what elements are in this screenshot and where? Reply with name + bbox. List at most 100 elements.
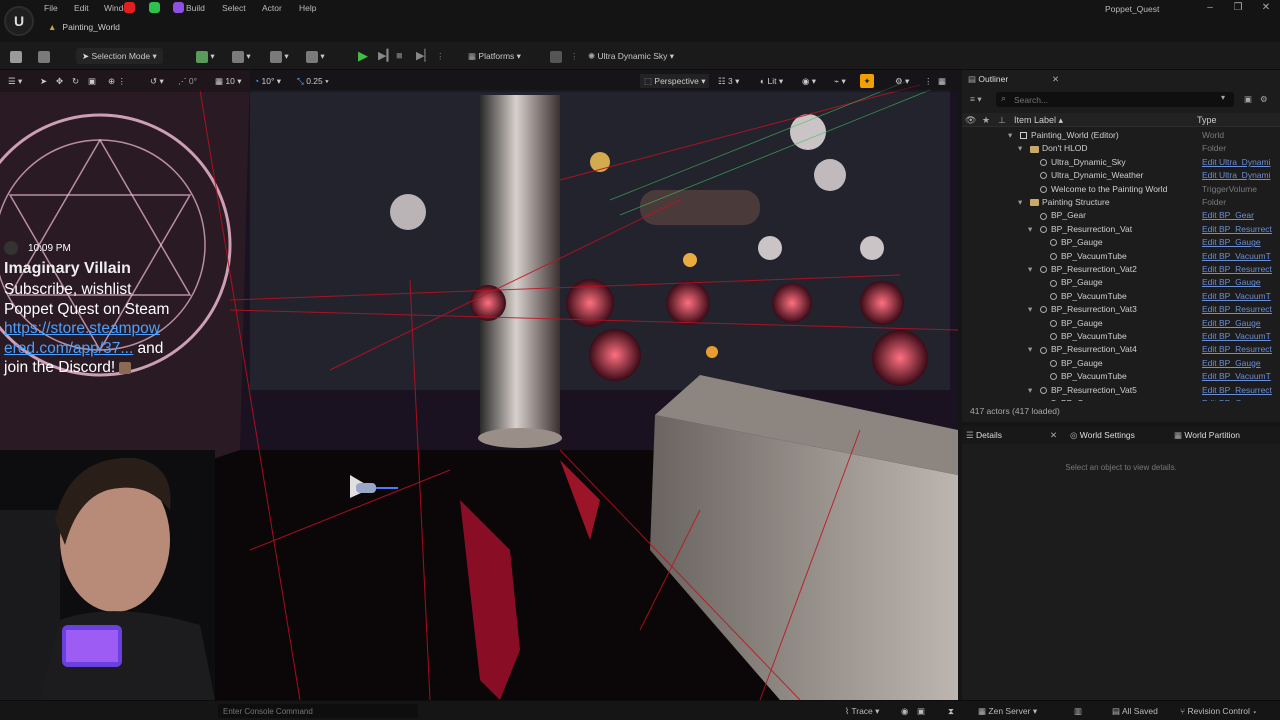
- tree-row[interactable]: Ultra_Dynamic_Weather Edit Ultra_Dynami: [962, 169, 1280, 182]
- tree-row[interactable]: ▾ BP_Resurrection_Vat Edit BP_Resurrect: [962, 223, 1280, 236]
- world-local-icon[interactable]: ⊕ ⋮: [108, 74, 126, 88]
- menu-actor[interactable]: Actor: [262, 2, 282, 14]
- tree-row-type[interactable]: Edit BP_VacuumT: [1202, 370, 1271, 383]
- blueprint-icon[interactable]: ▾: [232, 48, 251, 64]
- realtime-icon[interactable]: ⌁ ▾: [834, 74, 846, 88]
- col-type[interactable]: Type: [1197, 113, 1217, 127]
- lit-dropdown[interactable]: ◐ Lit ▾: [760, 74, 783, 88]
- content-browser-icon[interactable]: [38, 48, 50, 64]
- scale-tool-icon[interactable]: ▣: [88, 74, 96, 88]
- sky-dropdown[interactable]: ✺ Ultra Dynamic Sky ▾: [588, 48, 674, 64]
- tab-world-partition[interactable]: ▦ World Partition: [1174, 427, 1278, 443]
- console-input[interactable]: [223, 705, 413, 717]
- menu-file[interactable]: File: [44, 2, 58, 14]
- tree-row[interactable]: Ultra_Dynamic_Sky Edit Ultra_Dynami: [962, 156, 1280, 169]
- menu-build[interactable]: Build: [186, 2, 205, 14]
- outliner-settings-icon[interactable]: ⚙: [1260, 91, 1268, 107]
- selection-mode-dropdown[interactable]: ➤ Selection Mode ▾: [76, 48, 163, 64]
- tree-row[interactable]: ▾ BP_Resurrection_Vat2 Edit BP_Resurrect: [962, 263, 1280, 276]
- camera-speed-dropdown[interactable]: ☷ 3 ▾: [718, 74, 739, 88]
- tree-row-type[interactable]: Edit BP_Resurrect: [1202, 384, 1272, 397]
- tree-row[interactable]: BP_Gauge Edit BP_Gauge: [962, 357, 1280, 370]
- tree-row-type[interactable]: Edit BP_Gauge: [1202, 276, 1261, 289]
- tree-row-type[interactable]: Edit BP_Resurrect: [1202, 303, 1272, 316]
- maximize-icon[interactable]: ❐: [1228, 1, 1248, 15]
- play-options-icon[interactable]: ⋮: [436, 48, 445, 64]
- tree-row-type[interactable]: Edit BP_Gauge: [1202, 236, 1261, 249]
- tree-row[interactable]: BP_Gauge Edit BP_Gauge: [962, 236, 1280, 249]
- tree-row-type[interactable]: Edit BP_Gauge: [1202, 357, 1261, 370]
- tree-row-type[interactable]: Edit BP_Gauge: [1202, 317, 1261, 330]
- viewport-more-icon[interactable]: ⋮: [924, 74, 933, 88]
- tab-world-settings[interactable]: ◎ World Settings: [1070, 427, 1170, 443]
- expand-arrow-icon[interactable]: ▾: [1018, 142, 1022, 155]
- tree-row-type[interactable]: Edit BP_Gear: [1202, 209, 1254, 222]
- platforms-dropdown[interactable]: ▦ Platforms ▾: [468, 48, 521, 64]
- rotate-tool-icon[interactable]: ↻: [72, 74, 79, 88]
- select-tool-icon[interactable]: ➤: [40, 74, 47, 88]
- tree-row[interactable]: BP_Gauge Edit BP_Gauge: [962, 397, 1280, 401]
- menu-edit[interactable]: Edit: [74, 2, 89, 14]
- tree-row[interactable]: ▾ BP_Resurrection_Vat4 Edit BP_Resurrect: [962, 343, 1280, 356]
- move-tool-icon[interactable]: ✥: [56, 74, 63, 88]
- unreal-logo-icon[interactable]: U: [4, 6, 34, 36]
- tree-row[interactable]: BP_Gauge Edit BP_Gauge: [962, 276, 1280, 289]
- minimize-icon[interactable]: –: [1200, 1, 1220, 15]
- tree-row[interactable]: BP_VacuumTube Edit BP_VacuumT: [962, 250, 1280, 263]
- map-tab[interactable]: ▲ Painting_World: [48, 20, 188, 34]
- outliner-search[interactable]: ⌕ ▾: [996, 92, 1234, 107]
- scale-snap-dropdown[interactable]: ⤡ 0.25 ▾: [297, 74, 329, 88]
- snapshot-icon[interactable]: ▣: [917, 704, 925, 718]
- col-item-label[interactable]: Item Label ▴: [1014, 113, 1063, 127]
- close-outliner-icon[interactable]: ✕: [1052, 71, 1059, 87]
- tree-row-type[interactable]: Edit BP_VacuumT: [1202, 290, 1271, 303]
- stop-icon[interactable]: ■: [396, 48, 403, 64]
- close-window-icon[interactable]: ✕: [1256, 1, 1276, 15]
- chat-link-2[interactable]: ered.com/app/37...: [4, 340, 133, 357]
- surface-snap-icon[interactable]: ↺ ▾: [150, 74, 164, 88]
- modes-icon[interactable]: ▾: [306, 48, 325, 64]
- game-view-icon[interactable]: ✦: [860, 74, 874, 88]
- grid-snap-toggle[interactable]: ⋰ 0°: [178, 74, 197, 88]
- tree-row[interactable]: ▾ Painting_World (Editor) World: [962, 129, 1280, 142]
- zen-server-dropdown[interactable]: ▦ Zen Server ▾: [978, 704, 1037, 718]
- expand-arrow-icon[interactable]: ▾: [1028, 343, 1032, 356]
- eject-icon[interactable]: ▶▏: [416, 48, 433, 64]
- tree-row[interactable]: Welcome to the Painting World TriggerVolu…: [962, 183, 1280, 196]
- chat-link-1[interactable]: https://store.steampow: [4, 319, 214, 339]
- tree-row[interactable]: BP_VacuumTube Edit BP_VacuumT: [962, 290, 1280, 303]
- add-folder-icon[interactable]: ▣: [1244, 91, 1252, 107]
- step-icon[interactable]: ▶▎: [378, 48, 395, 64]
- tree-row-type[interactable]: Edit BP_Resurrect: [1202, 343, 1272, 356]
- favorite-icon[interactable]: ★: [982, 113, 990, 127]
- tree-row[interactable]: ▾ Painting Structure Folder: [962, 196, 1280, 209]
- record-icon[interactable]: ◉: [901, 704, 908, 718]
- expand-arrow-icon[interactable]: ▾: [1018, 196, 1022, 209]
- expand-arrow-icon[interactable]: ▾: [1028, 263, 1032, 276]
- tree-row-type[interactable]: Edit BP_Gauge: [1202, 397, 1261, 401]
- sequencer-icon[interactable]: ▾: [270, 48, 289, 64]
- search-dropdown-icon[interactable]: ▾: [1221, 93, 1225, 102]
- tree-row-type[interactable]: Edit BP_VacuumT: [1202, 330, 1271, 343]
- expand-arrow-icon[interactable]: ▾: [1028, 223, 1032, 236]
- show-flags-icon[interactable]: ◉ ▾: [802, 74, 816, 88]
- play-icon[interactable]: ▶: [358, 48, 368, 64]
- pin-icon[interactable]: ⊥: [998, 113, 1006, 127]
- viewport-options-icon[interactable]: ☰ ▾: [8, 74, 22, 88]
- tree-row[interactable]: ▾ Don't HLOD Folder: [962, 142, 1280, 155]
- revision-control-dropdown[interactable]: ⑂ Revision Control ▾: [1180, 704, 1257, 718]
- add-actor-icon[interactable]: ▾: [196, 48, 215, 64]
- settings-icon[interactable]: [550, 48, 562, 64]
- source-icon[interactable]: ▥: [1074, 704, 1082, 718]
- derived-data-icon[interactable]: ⧗: [948, 704, 954, 718]
- tree-row[interactable]: BP_Gear Edit BP_Gear: [962, 209, 1280, 222]
- close-details-icon[interactable]: ✕: [1050, 427, 1057, 443]
- grid-snap-dropdown[interactable]: ▦ 10 ▾: [215, 74, 242, 88]
- tree-row-type[interactable]: Edit BP_VacuumT: [1202, 250, 1271, 263]
- tree-row[interactable]: BP_VacuumTube Edit BP_VacuumT: [962, 370, 1280, 383]
- perspective-dropdown[interactable]: ⬚ Perspective ▾: [640, 74, 710, 88]
- save-icon[interactable]: [10, 48, 22, 64]
- filter-icon[interactable]: ≡ ▾: [970, 91, 982, 107]
- tree-row[interactable]: ▾ BP_Resurrection_Vat5 Edit BP_Resurrect: [962, 384, 1280, 397]
- tree-row-type[interactable]: Edit Ultra_Dynami: [1202, 156, 1271, 169]
